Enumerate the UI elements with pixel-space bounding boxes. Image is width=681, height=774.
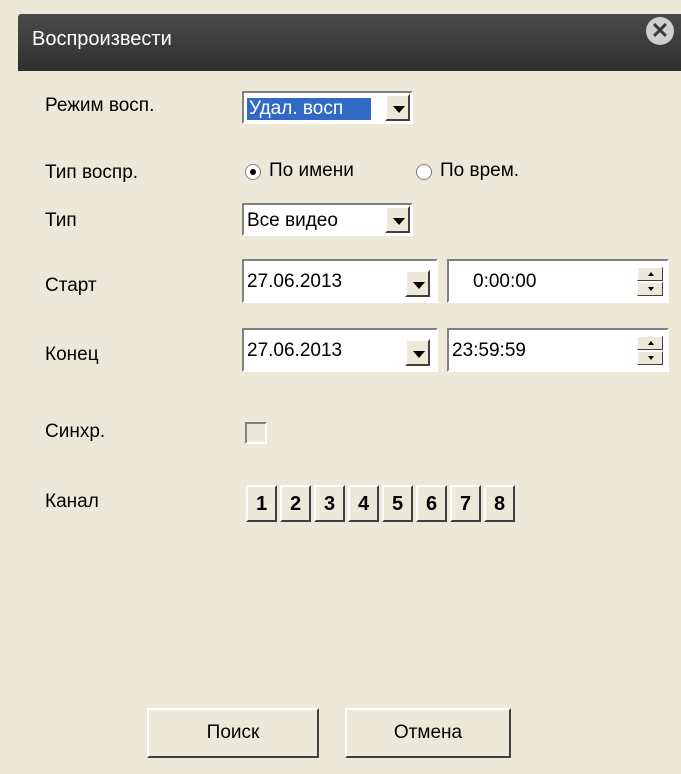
end-date-value: 27.06.2013 bbox=[247, 340, 343, 361]
channel-button-8[interactable]: 8 bbox=[484, 485, 515, 522]
sync-checkbox[interactable] bbox=[245, 422, 267, 444]
play-type-label: Тип воспр. bbox=[45, 162, 139, 183]
mode-label: Режим восп. bbox=[45, 95, 155, 116]
mode-select-value: Удал. восп bbox=[247, 98, 371, 120]
radio-by-time[interactable] bbox=[416, 164, 432, 180]
channel-button-3[interactable]: 3 bbox=[314, 485, 345, 522]
end-label: Конец bbox=[45, 344, 99, 365]
start-date-picker[interactable]: 27.06.2013 bbox=[242, 259, 438, 303]
end-time-spinner[interactable] bbox=[637, 336, 663, 365]
spin-down-icon[interactable] bbox=[637, 351, 663, 365]
title-bar: Воспроизвести bbox=[18, 14, 681, 71]
close-icon[interactable]: ✕ bbox=[646, 17, 674, 45]
channel-button-2[interactable]: 2 bbox=[280, 485, 311, 522]
window-title: Воспроизвести bbox=[32, 28, 172, 50]
end-time-value: 23:59:59 bbox=[452, 340, 526, 361]
channel-button-7[interactable]: 7 bbox=[450, 485, 481, 522]
start-time-value: 0:00:00 bbox=[473, 271, 537, 292]
playback-dialog: Режим восп. Удал. восп Тип воспр. По име… bbox=[18, 71, 681, 774]
channel-button-6[interactable]: 6 bbox=[416, 485, 447, 522]
channel-button-4[interactable]: 4 bbox=[348, 485, 379, 522]
chevron-down-icon[interactable] bbox=[405, 270, 430, 297]
type-label: Тип bbox=[45, 210, 77, 231]
start-time-spinner[interactable] bbox=[637, 267, 663, 296]
chevron-down-icon[interactable] bbox=[385, 206, 410, 233]
spin-up-icon[interactable] bbox=[637, 267, 663, 281]
search-button[interactable]: Поиск bbox=[147, 708, 319, 758]
chevron-down-icon[interactable] bbox=[385, 94, 410, 121]
chevron-down-icon[interactable] bbox=[405, 339, 430, 366]
radio-by-name[interactable] bbox=[245, 164, 261, 180]
type-select-value: Все видео bbox=[247, 210, 338, 231]
radio-by-time-label: По врем. bbox=[440, 160, 520, 181]
spin-up-icon[interactable] bbox=[637, 336, 663, 350]
sync-label: Синхр. bbox=[45, 421, 106, 442]
type-select[interactable]: Все видео bbox=[242, 203, 413, 236]
end-time-input[interactable]: 23:59:59 bbox=[447, 328, 669, 372]
start-label: Старт bbox=[45, 275, 97, 296]
mode-select[interactable]: Удал. восп bbox=[242, 91, 413, 124]
channel-button-5[interactable]: 5 bbox=[382, 485, 413, 522]
radio-by-name-label: По имени bbox=[269, 160, 354, 181]
channel-label: Канал bbox=[45, 491, 99, 512]
channel-button-1[interactable]: 1 bbox=[246, 485, 277, 522]
start-time-input[interactable]: 0:00:00 bbox=[447, 259, 669, 303]
end-date-picker[interactable]: 27.06.2013 bbox=[242, 328, 438, 372]
spin-down-icon[interactable] bbox=[637, 282, 663, 296]
start-date-value: 27.06.2013 bbox=[247, 271, 343, 292]
cancel-button[interactable]: Отмена bbox=[345, 708, 511, 758]
